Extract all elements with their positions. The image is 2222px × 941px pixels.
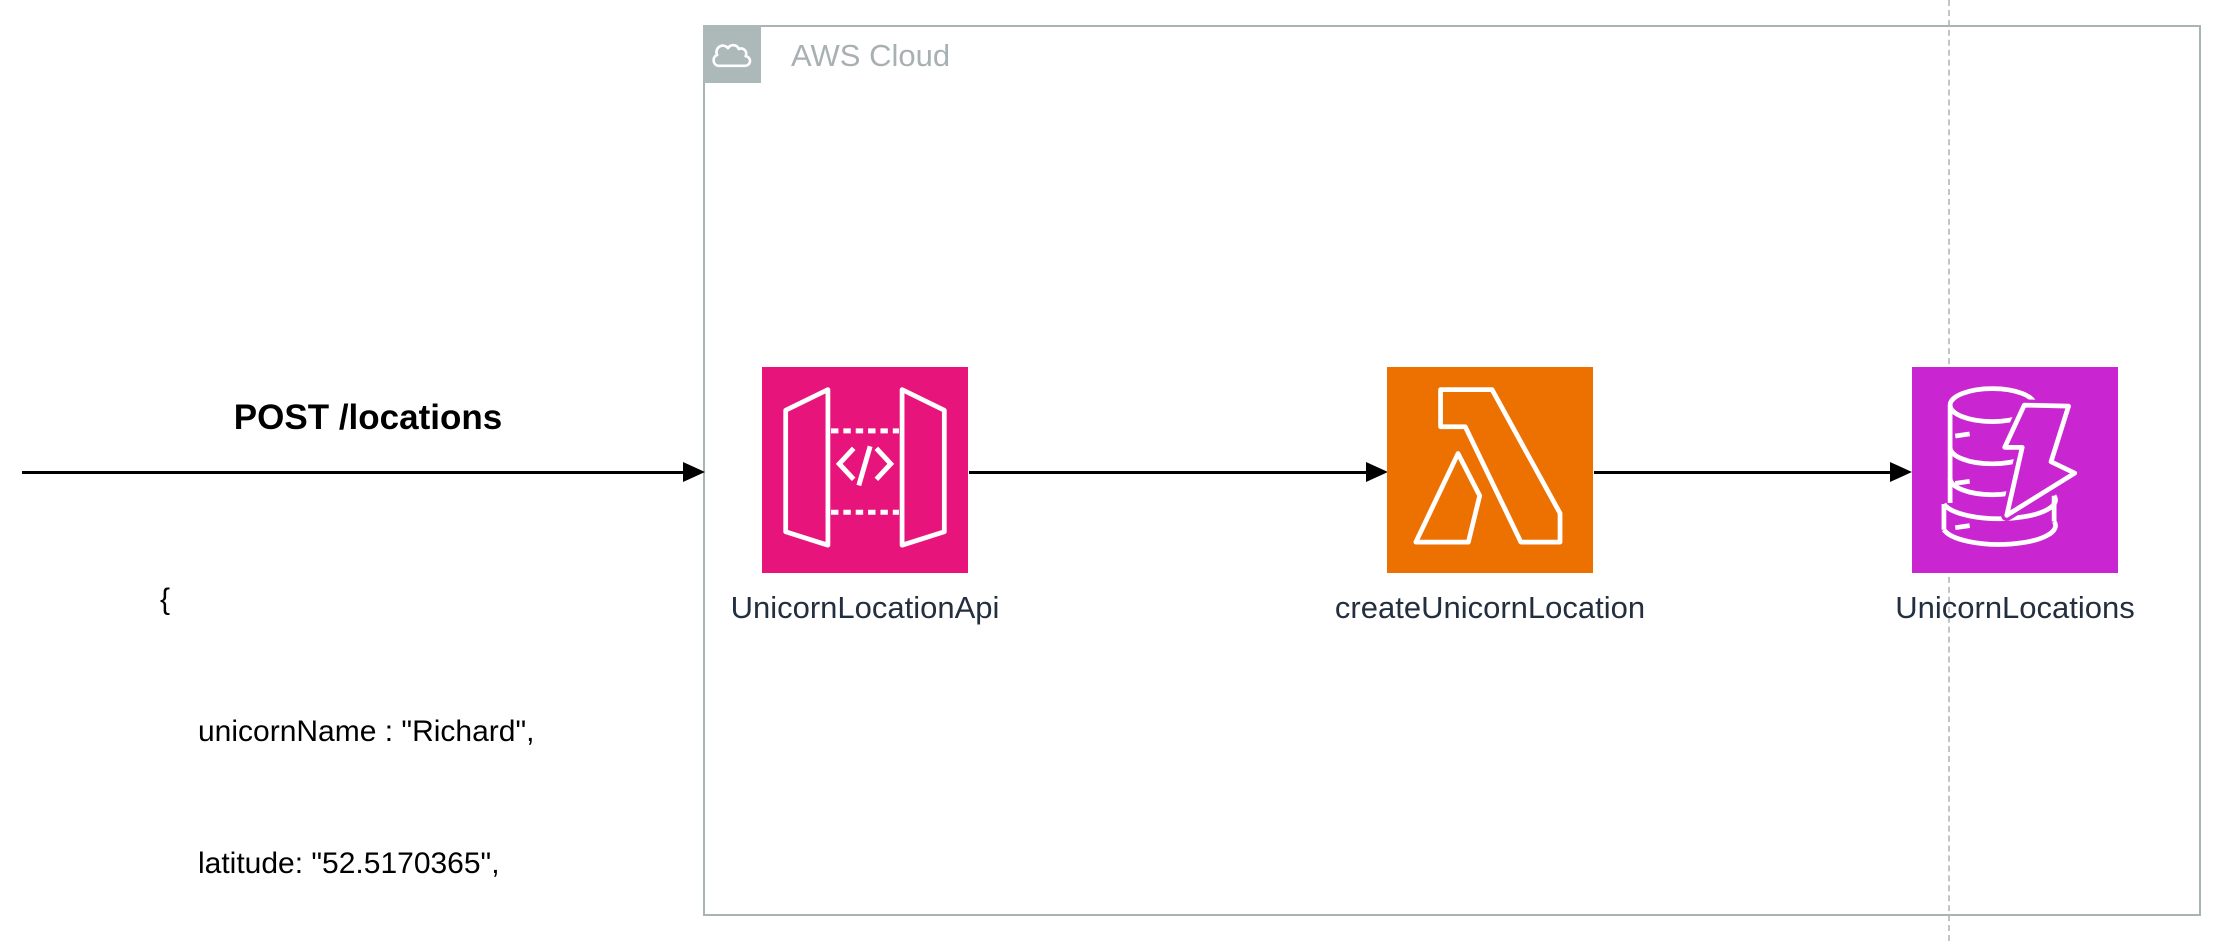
json-line-open-brace: { bbox=[160, 578, 534, 622]
edge-api-to-lambda bbox=[969, 471, 1367, 474]
aws-cloud-group-label: AWS Cloud bbox=[791, 38, 950, 74]
json-line-latitude: latitude: "52.5170365", bbox=[160, 842, 534, 886]
edge-api-to-lambda-arrowhead bbox=[1366, 462, 1388, 482]
architecture-diagram: AWS Cloud POST /locations { unicornName … bbox=[0, 0, 2222, 941]
edge-request-to-api bbox=[22, 471, 684, 474]
request-method-label: POST /locations bbox=[168, 398, 568, 438]
cloud-glyph bbox=[712, 36, 752, 72]
node-label-dynamodb: UnicornLocations bbox=[1765, 590, 2222, 626]
aws-cloud-icon bbox=[703, 25, 761, 83]
dynamodb-icon bbox=[1912, 367, 2118, 573]
api-gateway-icon bbox=[762, 367, 968, 573]
node-label-lambda: createUnicornLocation bbox=[1240, 590, 1740, 626]
request-body: { unicornName : "Richard", latitude: "52… bbox=[160, 490, 534, 941]
edge-lambda-to-dynamodb-arrowhead bbox=[1890, 462, 1912, 482]
node-label-api-gateway: UnicornLocationApi bbox=[615, 590, 1115, 626]
json-line-unicorn-name: unicornName : "Richard", bbox=[160, 710, 534, 754]
edge-request-arrowhead bbox=[683, 462, 705, 482]
edge-lambda-to-dynamodb bbox=[1594, 471, 1891, 474]
lambda-icon bbox=[1387, 367, 1593, 573]
